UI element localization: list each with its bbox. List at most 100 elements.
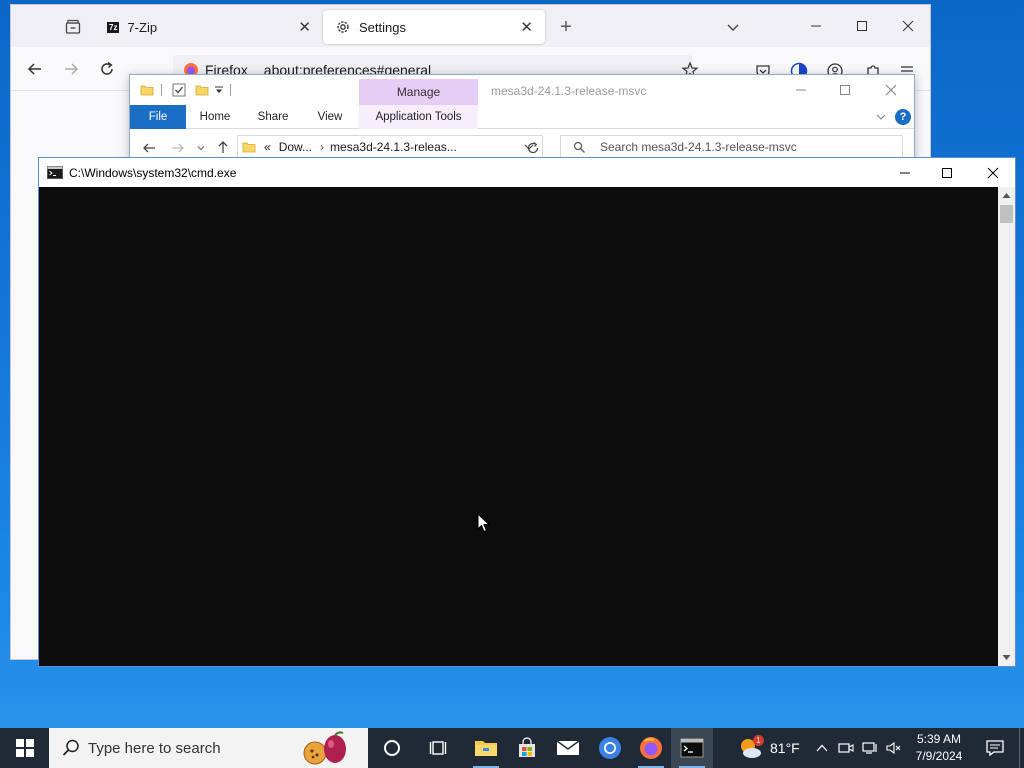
close-window-button[interactable]: [891, 11, 925, 41]
help-icon[interactable]: ?: [895, 109, 911, 125]
task-view-icon: [429, 741, 447, 755]
clock-date: 7/9/2024: [915, 749, 963, 763]
forward-button[interactable]: [57, 55, 85, 83]
cmd-close-button[interactable]: [973, 158, 1013, 187]
task-view-button[interactable]: [418, 728, 460, 768]
explorer-window-title: mesa3d-24.1.3-release-msvc: [491, 84, 647, 98]
weather-badge: 1: [753, 735, 764, 746]
cmd-maximize-button[interactable]: [927, 158, 967, 187]
windows-logo-icon: [16, 739, 34, 757]
maximize-icon: [942, 167, 952, 178]
cmd-scrollbar[interactable]: [998, 187, 1015, 666]
recent-locations-icon[interactable]: [197, 144, 205, 152]
firefox-view-button[interactable]: [57, 11, 89, 43]
file-explorer-icon: [475, 741, 497, 756]
cortana-button[interactable]: [371, 728, 413, 768]
taskbar-search-placeholder: Type here to search: [88, 739, 221, 757]
scroll-up-icon[interactable]: [1002, 192, 1011, 199]
reload-button[interactable]: [93, 55, 121, 83]
cmd-app-icon: [47, 166, 63, 179]
taskbar-mail[interactable]: [547, 728, 589, 768]
minimize-icon: [811, 25, 821, 27]
explorer-maximize-button[interactable]: [830, 79, 860, 101]
expand-ribbon-icon[interactable]: [876, 112, 886, 122]
cmd-title-bar[interactable]: C:\Windows\system32\cmd.exe: [39, 158, 1015, 187]
scroll-down-icon[interactable]: [1002, 654, 1011, 661]
firefox-view-icon: [65, 19, 81, 34]
close-icon: [987, 167, 999, 178]
quick-access-dropdown-icon[interactable]: [214, 85, 224, 95]
address-bar[interactable]: « Dow... › mesa3d-24.1.3-releas...: [237, 135, 543, 159]
breadcrumb-separator: ›: [320, 140, 325, 154]
explorer-close-button[interactable]: [876, 79, 906, 101]
taskbar: Type here to search 1 81°F 5:39 AM 7/9/2…: [0, 728, 1024, 768]
list-all-tabs-button[interactable]: [719, 13, 747, 41]
close-tab-icon[interactable]: ✕: [298, 18, 311, 36]
tray-meet-now[interactable]: [834, 728, 858, 768]
explorer-minimize-button[interactable]: [786, 79, 816, 101]
properties-checkbox-icon[interactable]: [172, 83, 186, 97]
maximize-icon: [840, 85, 850, 95]
folder-icon: [242, 142, 256, 153]
tab-7zip[interactable]: 7z 7-Zip ✕: [95, 10, 323, 44]
ribbon-tab-share[interactable]: Share: [250, 105, 296, 129]
breadcrumb-current[interactable]: mesa3d-24.1.3-releas...: [330, 140, 457, 154]
explorer-search-placeholder: Search mesa3d-24.1.3-release-msvc: [600, 140, 797, 154]
new-tab-button[interactable]: +: [553, 13, 579, 41]
close-tab-icon[interactable]: ✕: [520, 18, 533, 36]
firefox-tab-bar: 7z 7-Zip ✕ Settings ✕ +: [11, 5, 930, 47]
cmd-console-area[interactable]: [39, 187, 998, 666]
start-button[interactable]: [2, 728, 48, 768]
taskbar-firefox[interactable]: [630, 728, 672, 768]
show-hidden-icons-button[interactable]: [810, 728, 834, 768]
breadcrumb-overflow[interactable]: «: [264, 140, 271, 154]
taskbar-microsoft-store[interactable]: [506, 728, 548, 768]
tab-label: Settings: [359, 19, 406, 35]
weather-temperature: 81°F: [770, 740, 800, 756]
ribbon-tab-view[interactable]: View: [308, 105, 352, 129]
action-center-button[interactable]: [978, 728, 1012, 768]
mouse-cursor-icon: [477, 513, 491, 533]
minimize-button[interactable]: [799, 11, 833, 41]
forward-arrow-icon[interactable]: [171, 141, 185, 155]
close-icon: [902, 20, 914, 32]
ribbon-tab-home[interactable]: Home: [192, 105, 238, 129]
taskbar-file-explorer[interactable]: [465, 728, 507, 768]
taskbar-search-box[interactable]: Type here to search: [49, 728, 368, 768]
firefox-icon: [640, 737, 662, 759]
minimize-icon: [796, 89, 806, 91]
cmd-window[interactable]: C:\Windows\system32\cmd.exe: [38, 157, 1016, 667]
manage-contextual-tab[interactable]: Manage: [359, 79, 478, 105]
up-arrow-icon[interactable]: [216, 140, 230, 154]
cmd-minimize-button[interactable]: [885, 158, 925, 187]
clock-time: 5:39 AM: [916, 732, 962, 746]
gear-icon: [337, 21, 349, 33]
taskbar-clock[interactable]: 5:39 AM 7/9/2024: [906, 731, 972, 765]
show-desktop-button[interactable]: [1019, 728, 1024, 768]
tray-volume-muted[interactable]: [882, 728, 906, 768]
minimize-icon: [900, 172, 910, 173]
new-folder-icon[interactable]: [195, 83, 209, 97]
tab-settings[interactable]: Settings ✕: [323, 10, 545, 44]
taskbar-chrome-like-browser[interactable]: [589, 728, 631, 768]
chevron-down-icon: [727, 24, 739, 31]
tray-network[interactable]: [858, 728, 882, 768]
explorer-ribbon-tabs: File Home Share View Application Tools ?: [130, 105, 914, 129]
scrollbar-thumb[interactable]: [1000, 205, 1013, 223]
back-arrow-icon[interactable]: [142, 141, 156, 155]
taskbar-weather[interactable]: 1 81°F: [738, 728, 800, 768]
ribbon-tab-file[interactable]: File: [130, 105, 186, 129]
explorer-search-box[interactable]: Search mesa3d-24.1.3-release-msvc: [560, 135, 903, 159]
speaker-muted-icon: [886, 741, 901, 755]
maximize-button[interactable]: [845, 11, 879, 41]
ribbon-tab-application-tools[interactable]: Application Tools: [359, 105, 478, 129]
search-highlight-passionfruit-icon: [303, 731, 346, 765]
explorer-title-bar: Manage mesa3d-24.1.3-release-msvc: [130, 75, 914, 105]
breadcrumb-parent[interactable]: Dow...: [279, 140, 312, 154]
taskbar-cmd[interactable]: [671, 728, 713, 768]
back-button[interactable]: [21, 55, 49, 83]
refresh-icon[interactable]: [526, 141, 540, 155]
mail-icon: [556, 740, 580, 755]
arrow-left-icon: [27, 63, 41, 75]
cmd-icon: [680, 738, 704, 758]
